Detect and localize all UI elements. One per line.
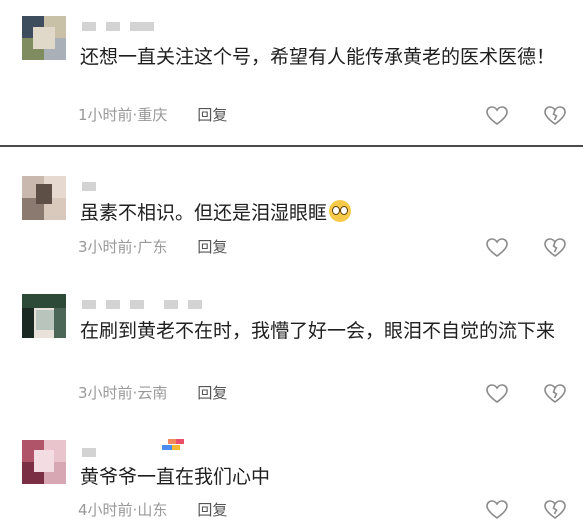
comment-text: 在刷到黄老不在时，我懵了好一会，眼泪不自觉的流下来 <box>80 320 556 342</box>
comment-meta: 3小时前 · 广东 回复 <box>78 236 227 257</box>
reply-button[interactable]: 回复 <box>197 499 227 520</box>
comment-text: 黄爷爷一直在我们心中 <box>80 466 271 488</box>
comment-meta: 4小时前 · 山东 回复 <box>78 499 227 520</box>
avatar[interactable] <box>22 294 66 338</box>
broken-heart-icon[interactable] <box>543 104 567 128</box>
comment-time: 1小时前 <box>78 106 133 124</box>
comment-time: 4小时前 <box>78 501 133 519</box>
comment-actions <box>485 382 567 406</box>
broken-heart-icon[interactable] <box>543 498 567 522</box>
comment-actions <box>485 236 567 260</box>
user-badge-icon <box>162 439 184 453</box>
teary-face-emoji <box>329 200 352 222</box>
avatar[interactable] <box>22 176 66 220</box>
reply-button[interactable]: 回复 <box>197 236 227 257</box>
avatar[interactable] <box>22 16 66 60</box>
heart-icon[interactable] <box>485 236 509 260</box>
comment-actions <box>485 104 567 128</box>
username-obscured[interactable] <box>82 448 96 457</box>
reply-button[interactable]: 回复 <box>197 104 227 125</box>
comment-location: 云南 <box>137 384 168 402</box>
comment-actions <box>485 498 567 522</box>
avatar[interactable] <box>22 440 66 484</box>
reply-button[interactable]: 回复 <box>197 382 227 403</box>
comment-time: 3小时前 <box>78 238 133 256</box>
comment-location: 重庆 <box>137 106 168 124</box>
comment-text-content: 虽素不相识。但还是泪湿眼眶 <box>80 202 328 224</box>
broken-heart-icon[interactable] <box>543 236 567 260</box>
heart-icon[interactable] <box>485 104 509 128</box>
comment-location: 山东 <box>137 501 168 519</box>
comment-text: 还想一直关注这个号，希望有人能传承黄老的医术医德！ <box>80 46 556 68</box>
comment-meta: 3小时前 · 云南 回复 <box>78 382 227 403</box>
heart-icon[interactable] <box>485 498 509 522</box>
section-divider <box>0 145 583 147</box>
username-obscured[interactable] <box>82 300 202 309</box>
comment-time: 3小时前 <box>78 384 133 402</box>
comment-location: 广东 <box>137 238 168 256</box>
heart-icon[interactable] <box>485 382 509 406</box>
broken-heart-icon[interactable] <box>543 382 567 406</box>
username-obscured[interactable] <box>82 22 154 31</box>
comment-text: 虽素不相识。但还是泪湿眼眶 <box>80 198 560 228</box>
comment-meta: 1小时前 · 重庆 回复 <box>78 104 227 125</box>
username-obscured[interactable] <box>82 182 96 191</box>
